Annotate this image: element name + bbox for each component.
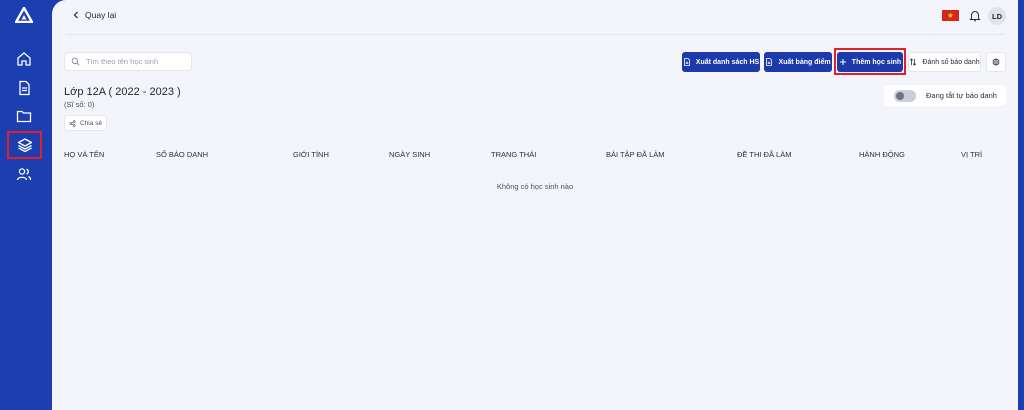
column-header: GIỚI TÍNH bbox=[293, 150, 329, 159]
flag-vn-icon[interactable]: ★ bbox=[942, 10, 959, 21]
home-icon bbox=[17, 52, 31, 66]
numbering-label: Đánh số báo danh bbox=[922, 58, 980, 66]
bell-icon[interactable] bbox=[969, 9, 981, 22]
share-label: Chia sẻ bbox=[79, 119, 103, 127]
auto-numbering-switch[interactable] bbox=[894, 89, 916, 102]
document-icon bbox=[766, 58, 773, 66]
auto-numbering-label: Đang tắt tự báo danh bbox=[926, 91, 997, 100]
empty-state-message: Không có học sinh nào bbox=[496, 182, 574, 191]
logo-icon[interactable] bbox=[15, 7, 33, 23]
class-title: Lớp 12A ( 2022 - 2023 ) bbox=[64, 86, 181, 98]
sidebar-item-home[interactable] bbox=[9, 46, 39, 72]
main-content: Quay lại ★ LD Xuất danh sách HS Xuất bản… bbox=[52, 0, 1018, 410]
export-students-label: Xuất danh sách HS bbox=[695, 58, 760, 66]
sidebar-item-classes[interactable] bbox=[7, 131, 42, 159]
export-scores-label: Xuất bảng điểm bbox=[778, 58, 831, 66]
numbering-button[interactable]: Đánh số báo danh bbox=[908, 52, 981, 72]
export-scores-button[interactable]: Xuất bảng điểm bbox=[764, 52, 832, 72]
document-icon bbox=[19, 80, 30, 96]
search-icon bbox=[71, 57, 80, 66]
avatar[interactable]: LD bbox=[988, 7, 1006, 25]
right-edge bbox=[1018, 0, 1024, 410]
column-header: NGÀY SINH bbox=[389, 150, 431, 159]
auto-numbering-toggle: Đang tắt tự báo danh bbox=[884, 85, 1006, 106]
header-divider bbox=[66, 34, 1004, 35]
share-button[interactable]: Chia sẻ bbox=[64, 115, 107, 131]
column-header: VỊ TRÍ bbox=[961, 150, 983, 159]
settings-button[interactable] bbox=[986, 52, 1006, 72]
users-icon bbox=[16, 168, 32, 181]
folder-icon bbox=[16, 110, 32, 123]
back-link[interactable]: Quay lại bbox=[72, 10, 116, 20]
sort-icon bbox=[910, 58, 917, 66]
share-icon bbox=[69, 119, 76, 127]
column-header: BÀI TẬP ĐÃ LÀM bbox=[606, 150, 665, 159]
gear-icon bbox=[992, 58, 1000, 66]
sidebar-item-folders[interactable] bbox=[9, 103, 39, 129]
layers-icon bbox=[17, 138, 32, 153]
student-count: (Sĩ số: 0) bbox=[64, 100, 95, 109]
search-box[interactable] bbox=[64, 52, 192, 71]
sidebar-item-users[interactable] bbox=[9, 161, 39, 187]
column-header: HÀNH ĐỘNG bbox=[859, 150, 905, 159]
column-header: ĐỀ THI ĐÃ LÀM bbox=[737, 150, 792, 159]
search-input[interactable] bbox=[86, 57, 186, 66]
document-icon bbox=[683, 58, 690, 66]
sidebar bbox=[0, 0, 52, 410]
column-header: TRẠNG THÁI bbox=[491, 150, 537, 159]
export-students-button[interactable]: Xuất danh sách HS bbox=[682, 52, 760, 72]
back-label: Quay lại bbox=[85, 10, 117, 20]
chevron-left-icon bbox=[73, 11, 78, 19]
column-header: SỐ BÁO DANH bbox=[156, 150, 209, 159]
sidebar-item-documents[interactable] bbox=[9, 75, 39, 101]
add-student-highlight bbox=[834, 48, 906, 75]
column-header: HỌ VÀ TÊN bbox=[64, 150, 105, 159]
